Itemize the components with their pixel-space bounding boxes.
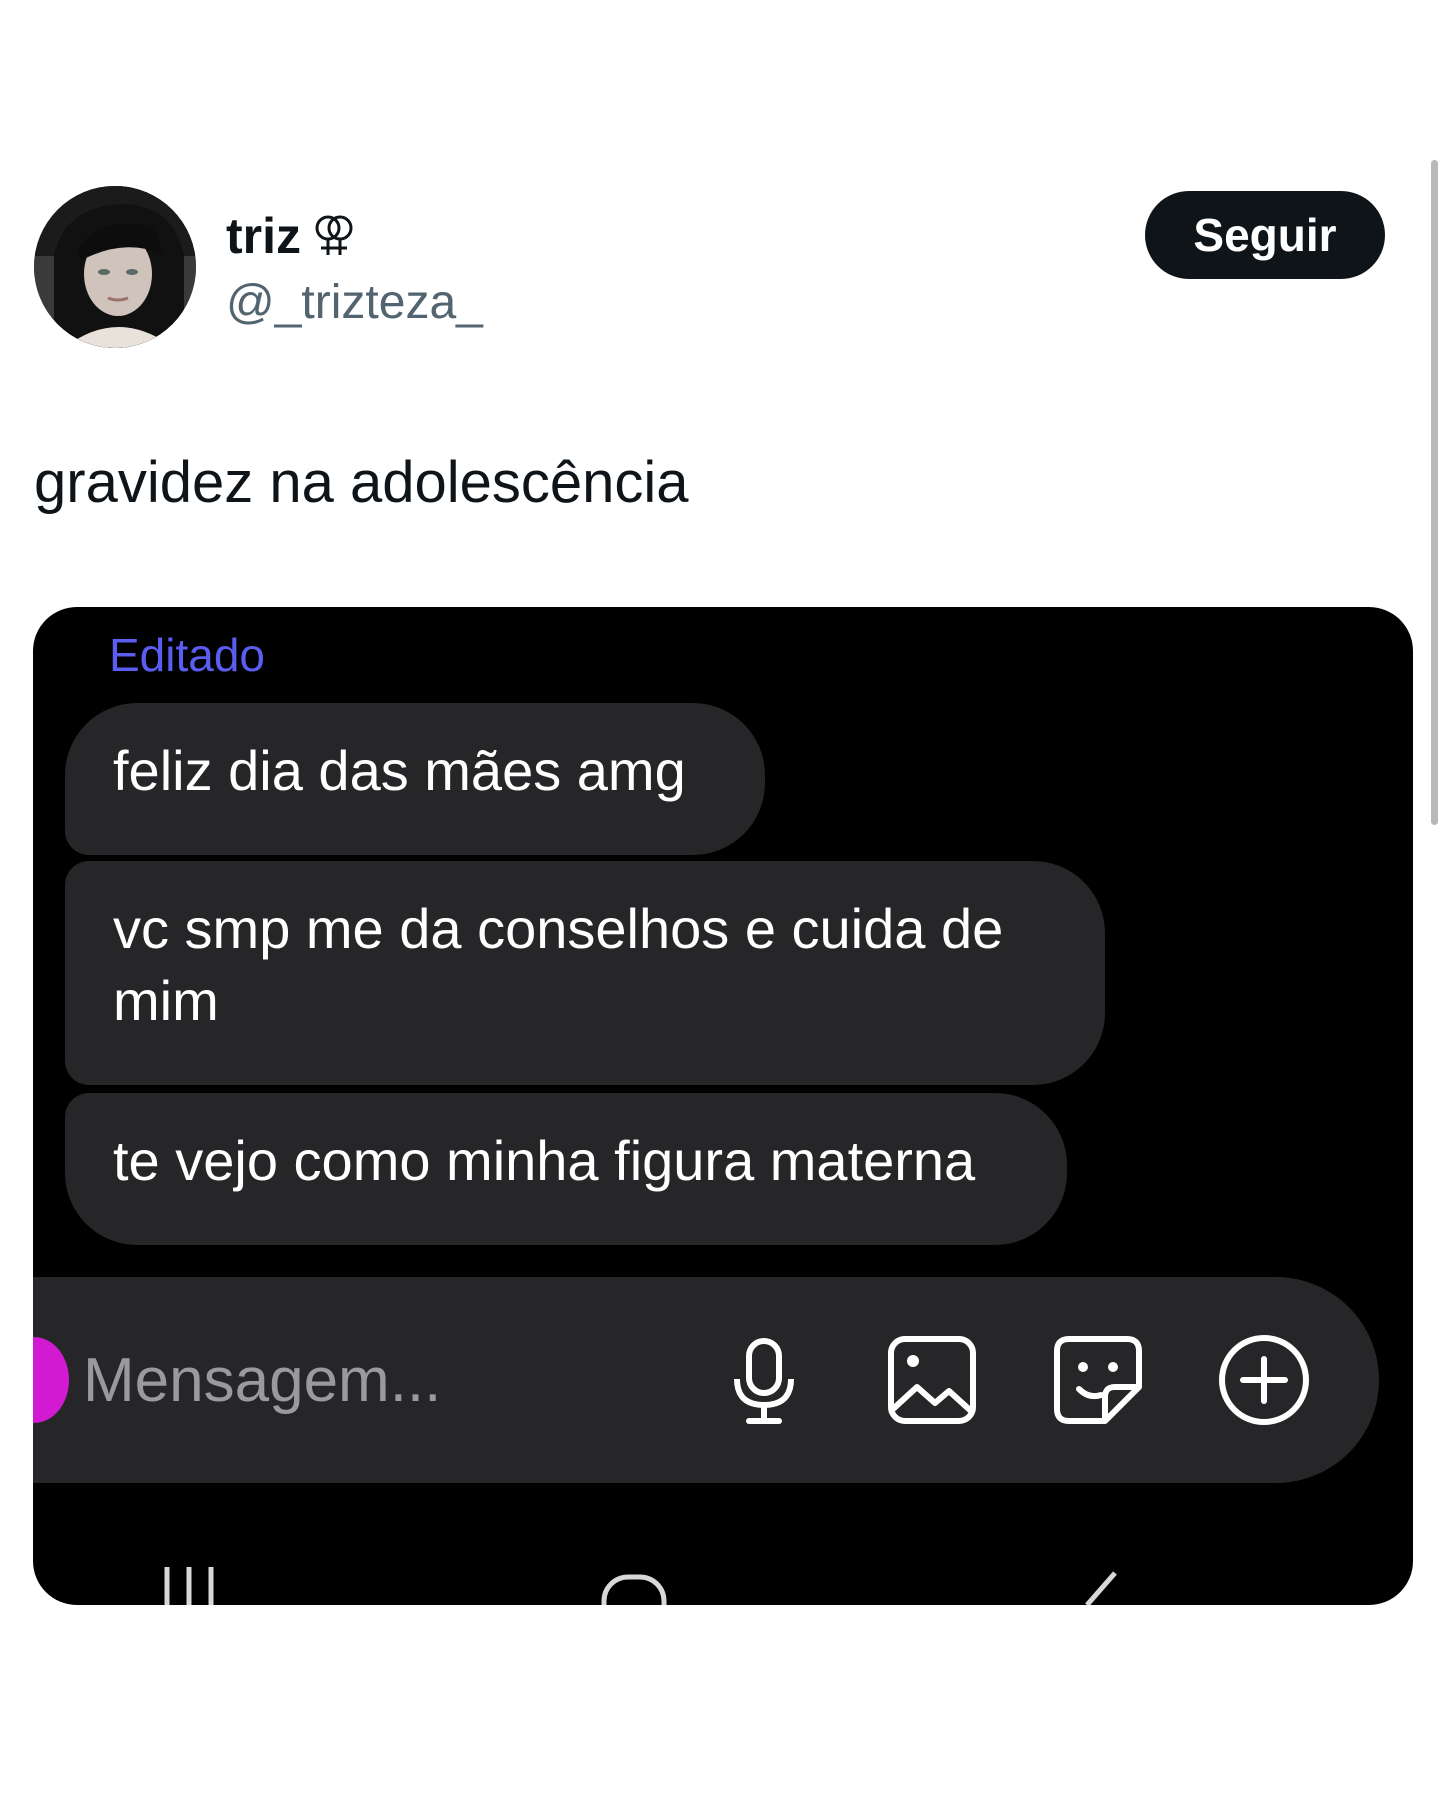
display-name[interactable]: triz (226, 206, 355, 266)
message-input[interactable] (83, 1335, 643, 1425)
tweet-text: gravidez na adolescência (34, 450, 689, 515)
media-image[interactable]: Editado feliz dia das mães amg vc smp me… (33, 607, 1413, 1605)
message-text: feliz dia das mães amg (113, 739, 686, 802)
message-text: te vejo como minha figura materna (113, 1129, 976, 1192)
follow-button[interactable]: Seguir (1145, 191, 1385, 279)
recent-apps-icon[interactable] (159, 1547, 221, 1605)
home-icon[interactable] (599, 1547, 669, 1605)
female-symbols-icon (315, 215, 353, 255)
message-composer (33, 1277, 1379, 1483)
sticker-icon[interactable] (1049, 1331, 1147, 1429)
edited-label: Editado (109, 629, 266, 681)
message-bubble: vc smp me da conselhos e cuida de mim (65, 861, 1105, 1085)
mic-icon[interactable] (715, 1331, 813, 1429)
display-name-text: triz (226, 208, 301, 264)
message-text: mim (113, 969, 219, 1032)
back-icon[interactable] (1053, 1547, 1123, 1605)
message-bubble: te vejo como minha figura materna (65, 1093, 1067, 1245)
user-handle[interactable]: @_trizteza_ (226, 274, 483, 332)
message-text: vc smp me da conselhos e cuida de (113, 897, 1004, 960)
avatar-photo (34, 186, 196, 348)
avatar[interactable] (34, 186, 196, 348)
scrollbar[interactable] (1431, 160, 1438, 825)
camera-button-edge (33, 1337, 69, 1423)
android-nav-bar (33, 1547, 1413, 1605)
image-icon[interactable] (883, 1331, 981, 1429)
message-bubble: feliz dia das mães amg (65, 703, 765, 855)
plus-circle-icon[interactable] (1215, 1331, 1313, 1429)
tweet-page: triz @_trizteza_ Seguir gravidez na adol… (0, 0, 1440, 1795)
